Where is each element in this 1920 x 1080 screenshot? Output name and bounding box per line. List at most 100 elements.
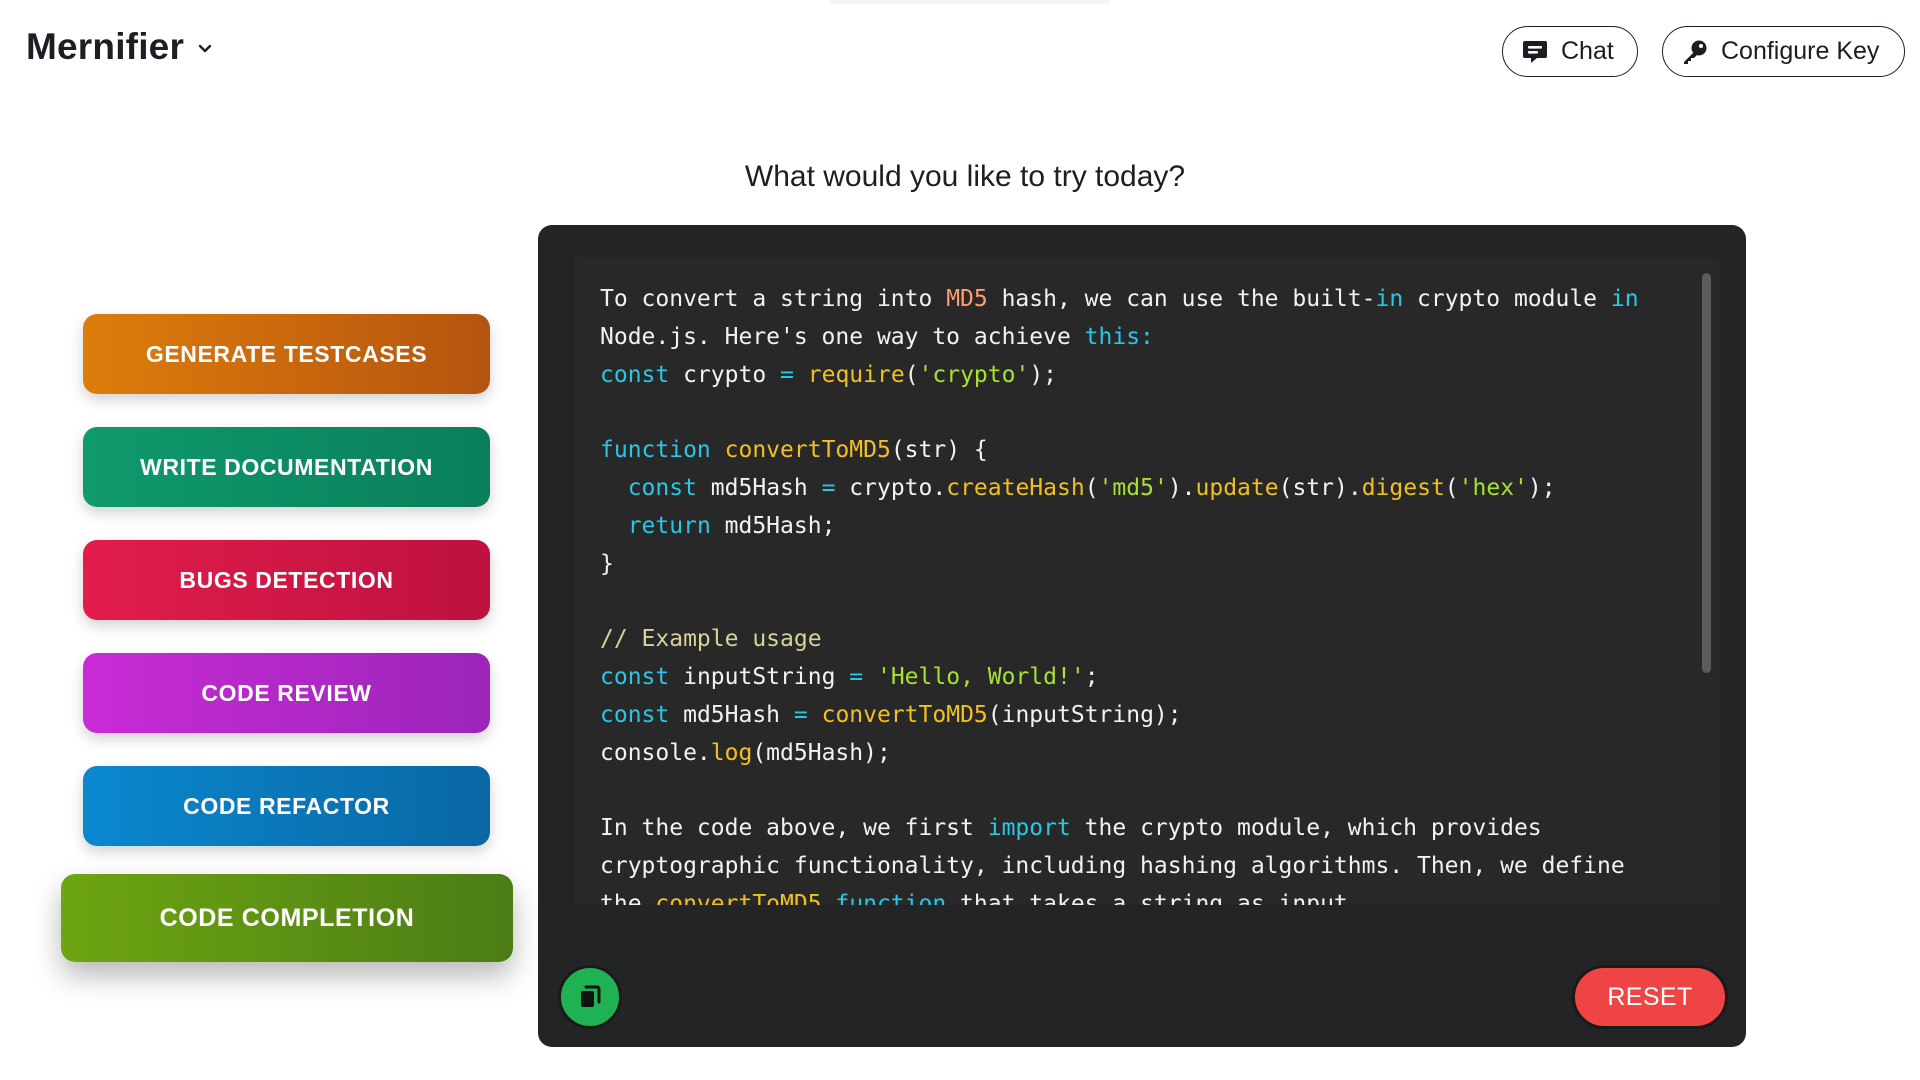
action-label: CODE REFACTOR <box>183 792 390 819</box>
action-label: CODE REVIEW <box>201 679 372 706</box>
code-token: = <box>849 663 864 690</box>
code-token: convertToMD5 <box>724 437 891 464</box>
code-token: const <box>600 663 670 690</box>
code-line: cryptographic functionality, including h… <box>600 853 1625 879</box>
code-token: crypto. <box>835 474 947 501</box>
code-token: md5Hash; <box>710 512 836 539</box>
code-token: 'hex' <box>1458 474 1528 501</box>
code-token: ); <box>1029 361 1058 388</box>
code-token: (inputString); <box>987 701 1182 728</box>
code-token: log <box>710 739 753 766</box>
code-line: const crypto = require('crypto'); <box>600 362 1057 388</box>
top-bar: Mernifier Chat Configure Key <box>0 0 1920 100</box>
code-token: that takes a string as input <box>946 890 1348 905</box>
code-token: ( <box>1084 474 1099 501</box>
code-token: digest <box>1361 474 1445 501</box>
code-token: } <box>600 550 614 577</box>
code-line: console.log(md5Hash); <box>600 740 891 766</box>
chat-bubble-icon <box>1523 40 1547 63</box>
action-label: BUGS DETECTION <box>179 566 394 593</box>
code-token: in <box>1375 286 1404 312</box>
code-token: console. <box>600 739 711 766</box>
code-token: (str) { <box>890 437 988 464</box>
code-token: createHash <box>946 474 1085 501</box>
configure-key-label: Configure Key <box>1721 37 1880 65</box>
code-line: In the code above, we first import the c… <box>600 815 1542 841</box>
code-token: return <box>627 512 711 539</box>
code-token: crypto module <box>1403 286 1611 312</box>
code-token: ). <box>1167 474 1196 501</box>
brand-menu[interactable]: Mernifier <box>26 26 212 68</box>
code-token: the crypto module, which provides <box>1070 815 1542 842</box>
bugs-detection-button[interactable]: BUGS DETECTION <box>83 540 490 620</box>
code-token: this: <box>1084 323 1154 350</box>
code-token: = <box>793 701 808 728</box>
code-token: hash, we can use the built- <box>987 286 1376 312</box>
code-token: md5Hash <box>669 701 794 728</box>
code-line: } <box>600 551 614 577</box>
code-token: In the code above, we first <box>600 815 988 842</box>
code-token: To convert a string into <box>600 286 947 312</box>
code-token: MD5 <box>946 286 988 312</box>
copy-icon <box>581 985 601 1007</box>
code-token: import <box>987 815 1071 842</box>
code-line: const md5Hash = convertToMD5(inputString… <box>600 702 1182 728</box>
code-token: (md5Hash); <box>752 739 891 766</box>
code-token: the <box>600 890 656 905</box>
code-token: ; <box>1084 663 1099 690</box>
code-token: Node.js. Here's one way to achieve <box>600 323 1085 350</box>
code-token: const <box>600 361 670 388</box>
action-label: WRITE DOCUMENTATION <box>140 453 433 480</box>
code-token: (str). <box>1278 474 1362 501</box>
code-token: md5Hash <box>696 474 822 501</box>
code-token: crypto <box>669 361 781 388</box>
code-token: ); <box>1527 474 1556 501</box>
code-review-button[interactable]: CODE REVIEW <box>83 653 490 733</box>
code-token: function <box>835 890 947 905</box>
output-panel: To convert a string into MD5 hash, we ca… <box>538 225 1746 1047</box>
code-token: require <box>807 361 905 388</box>
code-token: = <box>821 474 836 501</box>
code-token: function <box>600 437 711 464</box>
code-token: cryptographic functionality, including h… <box>600 852 1625 879</box>
code-token: const <box>600 701 670 728</box>
chat-button[interactable]: Chat <box>1502 26 1638 77</box>
copy-button[interactable] <box>558 965 622 1029</box>
code-line: Node.js. Here's one way to achieve this: <box>600 324 1154 350</box>
chat-button-label: Chat <box>1561 37 1614 65</box>
code-output[interactable]: To convert a string into MD5 hash, we ca… <box>574 257 1720 905</box>
code-line: // Example usage <box>600 626 822 652</box>
code-token: convertToMD5 <box>655 890 822 905</box>
code-completion-button[interactable]: CODE COMPLETION <box>61 874 513 962</box>
code-line: return md5Hash; <box>600 512 836 539</box>
scrollbar-thumb[interactable] <box>1702 273 1711 673</box>
code-token: // Example usage <box>600 626 822 653</box>
code-refactor-button[interactable]: CODE REFACTOR <box>83 766 490 846</box>
code-token: = <box>780 361 794 388</box>
code-token: in <box>1610 286 1639 312</box>
code-token: 'md5' <box>1098 474 1168 501</box>
action-label: GENERATE TESTCASES <box>145 340 428 367</box>
write-documentation-button[interactable]: WRITE DOCUMENTATION <box>83 427 490 507</box>
code-token: 'Hello, World!' <box>876 663 1085 690</box>
key-icon <box>1684 40 1707 64</box>
configure-key-button[interactable]: Configure Key <box>1662 26 1905 77</box>
top-handle <box>830 0 1110 4</box>
code-token: const <box>627 474 697 501</box>
reset-button[interactable]: RESET <box>1572 965 1728 1029</box>
code-token: update <box>1195 474 1279 501</box>
reset-label: RESET <box>1607 982 1693 1011</box>
code-token: 'crypto' <box>918 361 1030 388</box>
generate-testcases-button[interactable]: GENERATE TESTCASES <box>83 314 490 394</box>
code-line: function convertToMD5(str) { <box>600 437 988 463</box>
prompt-heading: What would you like to try today? <box>744 160 1186 193</box>
code-token: ( <box>1444 474 1459 501</box>
code-token: convertToMD5 <box>821 701 988 728</box>
